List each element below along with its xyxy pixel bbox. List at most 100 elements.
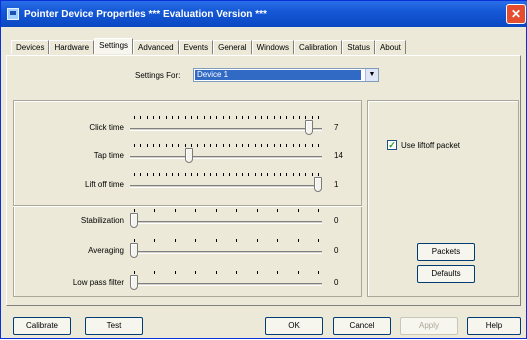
tap-time-label: Tap time (93, 151, 124, 160)
slider-tick (184, 173, 186, 176)
slider-tick (305, 116, 307, 119)
test-button[interactable]: Test (85, 317, 143, 335)
slider-tick (172, 144, 174, 147)
tab-about[interactable]: About (374, 40, 406, 54)
tap-time-slider[interactable] (130, 156, 322, 159)
slider-tick (210, 173, 212, 176)
slider-tick (154, 209, 156, 212)
apply-button[interactable]: Apply (400, 317, 458, 335)
low-pass-filter-slider[interactable] (130, 283, 322, 286)
slider-tick (222, 173, 224, 176)
lift-off-time-slider[interactable] (130, 185, 322, 188)
tab-calibration[interactable]: Calibration (294, 40, 343, 54)
tab-windows[interactable]: Windows (251, 40, 295, 54)
slider-tick (286, 116, 288, 119)
use-liftoff-packet-label: Use liftoff packet (401, 140, 460, 150)
slider-tick (140, 116, 142, 119)
tab-status[interactable]: Status (342, 40, 375, 54)
slider-tick (174, 209, 176, 212)
slider-tick (134, 116, 135, 119)
slider-tick (146, 116, 148, 119)
slider-tick (210, 144, 212, 147)
slider-tick (215, 271, 217, 274)
tab-devices[interactable]: Devices (11, 40, 50, 54)
slider-tick (286, 173, 288, 176)
slider-tick (134, 209, 135, 212)
group-divider (13, 205, 362, 207)
slider-tick (215, 209, 217, 212)
slider-tick (298, 173, 300, 176)
cancel-button[interactable]: Cancel (333, 317, 391, 335)
slider-tick (297, 271, 299, 274)
slider-tick (277, 271, 279, 274)
slider-tick (286, 144, 288, 147)
bottom-button-bar: Calibrate Test OK Cancel Apply Help (1, 312, 527, 340)
tab-hardware[interactable]: Hardware (49, 40, 95, 54)
slider-tick (174, 239, 176, 242)
slider-tick (273, 144, 275, 147)
lift-off-time-slider-thumb[interactable] (314, 177, 322, 192)
slider-tick (134, 271, 135, 274)
click-time-slider-thumb[interactable] (304, 120, 313, 135)
tap-time-value: 14 (334, 151, 343, 160)
slider-tick (174, 271, 176, 274)
tab-label: Calibration (299, 43, 338, 52)
slider-tick (203, 144, 205, 147)
slider-tick (256, 239, 258, 242)
slider-tick (146, 173, 148, 176)
settings-for-label: Settings For: (135, 71, 181, 80)
slider-tick (260, 116, 262, 119)
low-pass-filter-label: Low pass filter (72, 278, 124, 287)
stabilization-slider[interactable] (130, 221, 322, 224)
slider-tick (140, 144, 142, 147)
averaging-slider[interactable] (130, 251, 322, 254)
packets-button[interactable]: Packets (417, 243, 475, 261)
calibrate-button[interactable]: Calibrate (13, 317, 71, 335)
tab-events[interactable]: Events (178, 40, 214, 54)
title-bar[interactable]: Pointer Device Properties *** Evaluation… (1, 1, 527, 27)
slider-tick (248, 173, 250, 176)
low-pass-filter-slider-thumb[interactable] (130, 275, 138, 290)
slider-tick (210, 116, 212, 119)
tab-general[interactable]: General (213, 40, 252, 54)
defaults-button[interactable]: Defaults (417, 265, 475, 283)
slider-tick (140, 173, 142, 176)
averaging-value: 0 (334, 246, 339, 255)
slider-tick (159, 116, 161, 119)
slider-tick (222, 116, 224, 119)
stabilization-slider-thumb[interactable] (130, 213, 138, 228)
click-time-slider[interactable] (130, 128, 322, 131)
tab-label: Settings (99, 41, 129, 50)
use-liftoff-packet-checkbox[interactable]: ✓ (387, 140, 397, 150)
slider-tick (318, 173, 319, 176)
slider-tick (260, 144, 262, 147)
tab-advanced[interactable]: Advanced (133, 40, 179, 54)
tab-label: Hardware (54, 43, 90, 52)
close-button[interactable]: ✕ (506, 4, 526, 24)
tab-label: About (379, 43, 401, 52)
tab-settings[interactable]: Settings (94, 38, 134, 54)
properties-window: Pointer Device Properties *** Evaluation… (0, 0, 527, 339)
tap-time-slider-thumb[interactable] (185, 148, 194, 163)
help-button[interactable]: Help (467, 317, 521, 335)
settings-for-select[interactable]: Device 1 ▼ (193, 68, 379, 82)
slider-tick (134, 144, 135, 147)
tab-label: Windows (256, 43, 290, 52)
slider-tick (236, 239, 238, 242)
chevron-down-icon[interactable]: ▼ (365, 69, 378, 81)
slider-tick (311, 173, 313, 176)
slider-tick (236, 209, 238, 212)
slider-tick (195, 271, 197, 274)
slider-tick (241, 116, 243, 119)
slider-tick (197, 144, 199, 147)
slider-tick (229, 144, 231, 147)
ok-button[interactable]: OK (265, 317, 323, 335)
slider-tick (267, 116, 269, 119)
use-liftoff-packet-option[interactable]: ✓ Use liftoff packet (387, 140, 460, 150)
app-icon (7, 8, 19, 20)
settings-for-value: Device 1 (195, 70, 361, 80)
slider-tick (154, 239, 156, 242)
slider-tick (292, 144, 294, 147)
slider-tick (297, 239, 299, 242)
averaging-slider-thumb[interactable] (130, 243, 138, 258)
